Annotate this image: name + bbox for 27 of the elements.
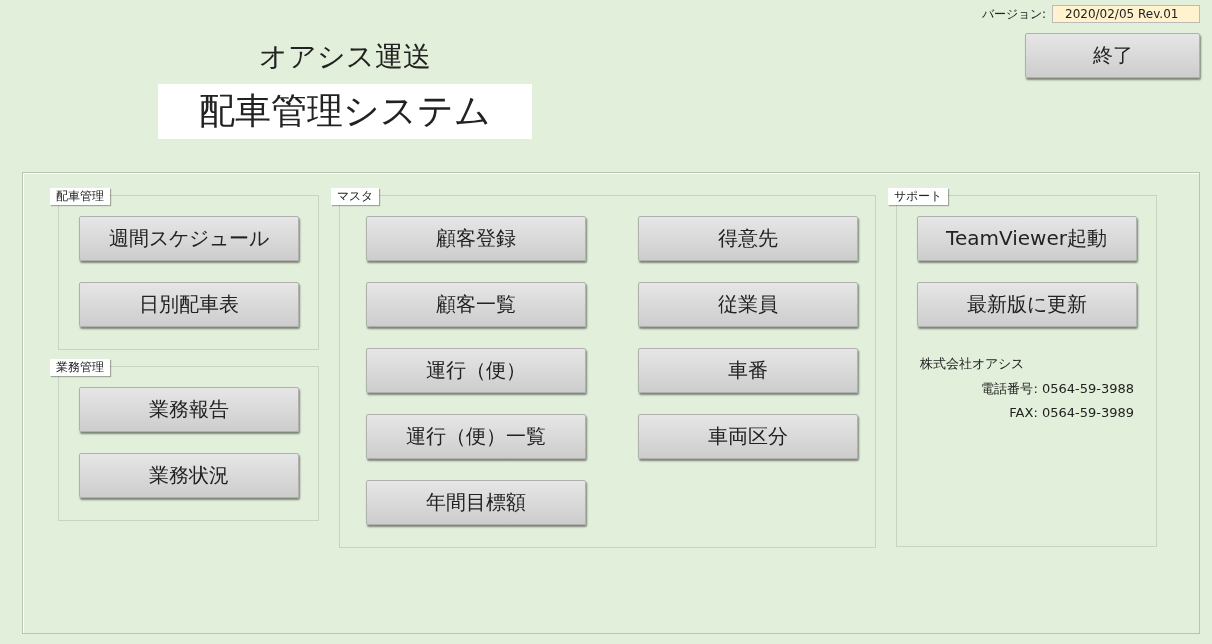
menu-button[interactable]: 顧客一覧 [366, 282, 586, 327]
menu-button[interactable]: 従業員 [638, 282, 858, 327]
menu-button[interactable]: 業務報告 [78, 387, 299, 432]
menu-button[interactable]: 車番 [638, 348, 858, 393]
group-title: サポート [888, 188, 948, 205]
menu-button[interactable]: 最新版に更新 [916, 282, 1137, 327]
menu-button[interactable]: 業務状況 [78, 453, 299, 498]
version-value: 2020/02/05 Rev.01 [1052, 5, 1200, 23]
menu-button[interactable]: TeamViewer起動 [916, 216, 1137, 261]
menu-button[interactable]: 年間目標額 [366, 480, 586, 525]
version-label: バージョン: [981, 5, 1046, 23]
group-title: 配車管理 [50, 188, 110, 205]
menu-button[interactable]: 日別配車表 [78, 282, 299, 327]
company-name: オアシス運送 [259, 39, 431, 75]
group-title: 業務管理 [50, 359, 110, 376]
menu-button[interactable]: 得意先 [638, 216, 858, 261]
group-title: マスタ [331, 188, 379, 205]
contact-info: FAX: 0564-59-3989 [1008, 405, 1134, 420]
menu-button[interactable]: 運行（便）一覧 [366, 414, 586, 459]
menu-button[interactable]: 車両区分 [638, 414, 858, 459]
menu-button[interactable]: 顧客登録 [366, 216, 586, 261]
menu-button[interactable]: 運行（便） [366, 348, 586, 393]
exit-button[interactable]: 終了 [1025, 33, 1200, 78]
company-info: 株式会社オアシス [920, 355, 1025, 373]
system-title: 配車管理システム [158, 84, 532, 139]
menu-button[interactable]: 週間スケジュール [78, 216, 299, 261]
contact-info: 電話番号: 0564-59-3988 [980, 380, 1134, 398]
